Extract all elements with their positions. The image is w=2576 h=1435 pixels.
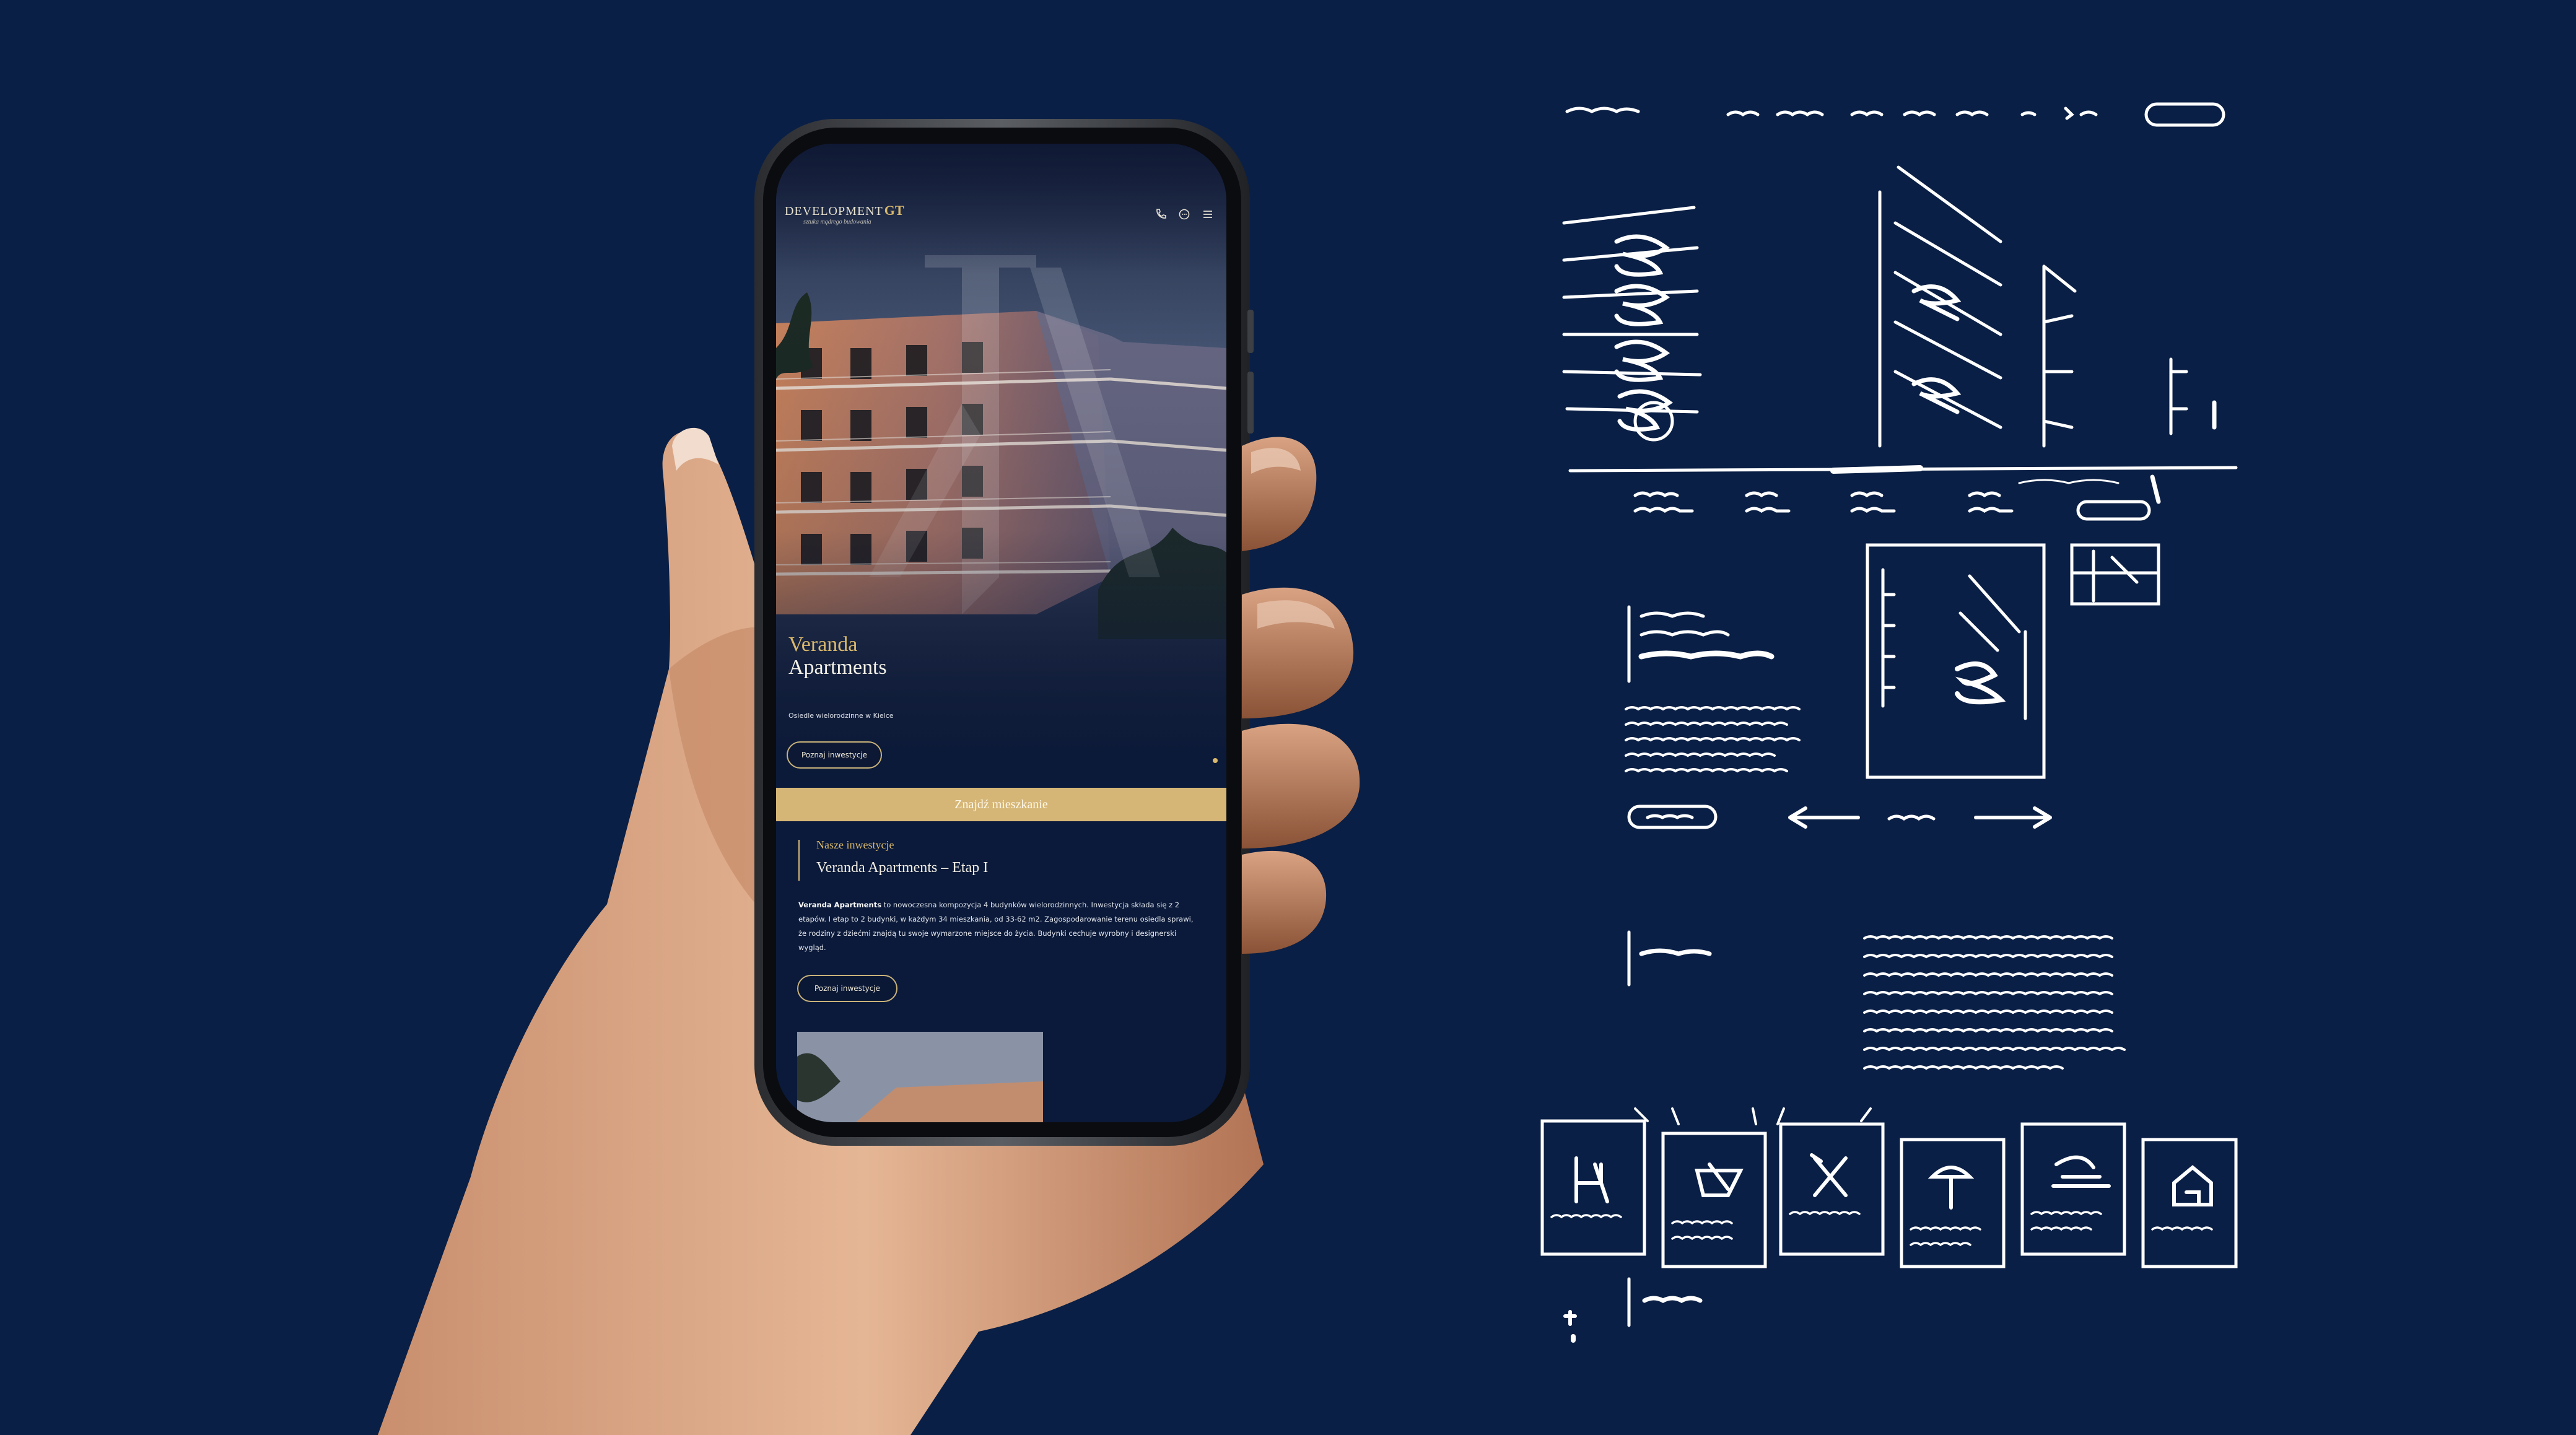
investment-title: Veranda Apartments – Etap I <box>816 860 989 876</box>
investments-section: Nasze inwestycje Veranda Apartments – Et… <box>776 821 1226 1122</box>
find-apartment-button[interactable]: Znajdź mieszkanie <box>776 788 1226 821</box>
logo-mark: GT <box>884 203 904 218</box>
investment-description: Veranda Apartments to nowoczesna kompozy… <box>798 898 1195 955</box>
phone-screen: DEVELOPMENTGT sztuka mądrego budowania V… <box>776 144 1226 1122</box>
accent-line <box>798 840 800 881</box>
description-bold: Veranda Apartments <box>798 901 882 909</box>
chat-icon[interactable] <box>1178 208 1190 220</box>
site-logo[interactable]: DEVELOPMENTGT sztuka mądrego budowania <box>785 203 904 225</box>
phone-icon[interactable] <box>1155 208 1167 220</box>
hero-title: Veranda Apartments <box>788 633 887 679</box>
slider-dot[interactable] <box>1213 758 1218 763</box>
investment-thumbnail[interactable] <box>797 1032 1043 1122</box>
logo-text: DEVELOPMENT <box>785 204 883 218</box>
hero-section: DEVELOPMENTGT sztuka mądrego budowania V… <box>776 144 1226 788</box>
section-kicker: Nasze inwestycje <box>816 839 894 851</box>
wireframe-sketch <box>1540 102 2238 1343</box>
hero-subtitle: Osiedle wielorodzinne w Kielce <box>788 712 894 720</box>
hero-title-line2: Apartments <box>788 656 887 679</box>
investment-explore-button[interactable]: Poznaj inwestycje <box>797 975 897 1002</box>
hero-explore-button[interactable]: Poznaj inwestycje <box>787 741 882 769</box>
header-actions <box>1155 208 1214 220</box>
mockup-canvas: DEVELOPMENTGT sztuka mądrego budowania V… <box>0 0 2576 1435</box>
fingers <box>1242 437 1360 954</box>
hero-building-image <box>776 144 1226 788</box>
mockup-scene <box>378 102 2238 1435</box>
menu-icon[interactable] <box>1202 208 1214 220</box>
logo-tagline: sztuka mądrego budowania <box>803 219 871 225</box>
hero-title-line1: Veranda <box>788 633 858 656</box>
